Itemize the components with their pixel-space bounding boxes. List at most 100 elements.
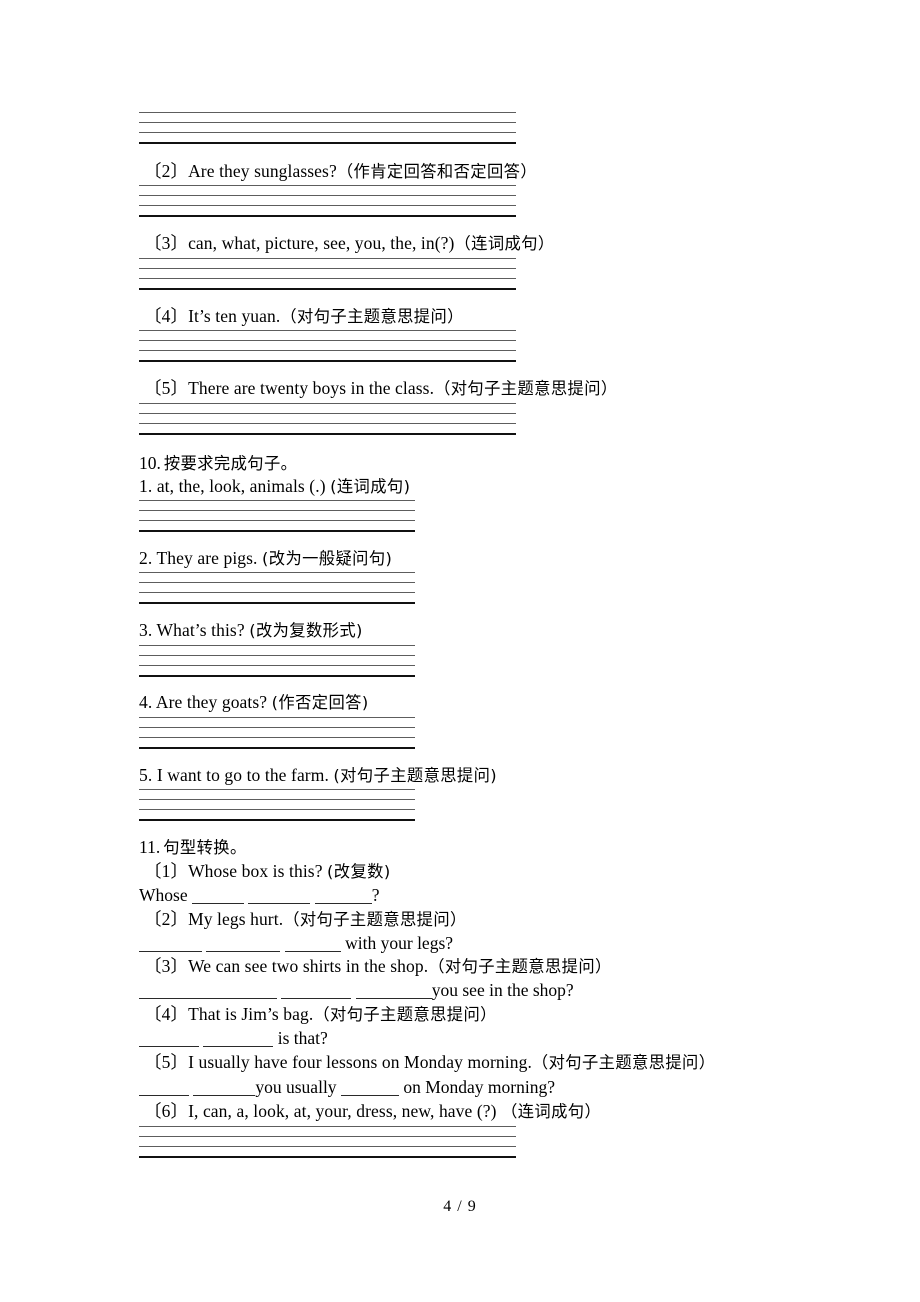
answer-blank[interactable] — [202, 985, 277, 999]
answer-blank[interactable] — [314, 890, 372, 904]
question-item: 〔2〕Are they sunglasses?（作肯定回答和否定回答） — [144, 160, 537, 183]
answer-lines[interactable] — [139, 789, 415, 821]
question-item: 〔1〕Whose box is this? (改复数) — [144, 860, 391, 883]
item-label: 〔4〕 — [144, 1004, 189, 1024]
answer-rule[interactable] — [139, 423, 516, 424]
item-text: at, the, look, animals (.) — [156, 476, 326, 496]
answer-blank[interactable] — [193, 1082, 256, 1096]
answer-rule[interactable] — [139, 112, 516, 113]
answer-rule[interactable] — [139, 1136, 516, 1137]
answer-rule-bottom[interactable] — [139, 747, 415, 749]
answer-rule[interactable] — [139, 510, 415, 511]
answer-rule[interactable] — [139, 520, 415, 521]
answer-rule[interactable] — [139, 1146, 516, 1147]
question-item: 〔6〕I, can, a, look, at, your, dress, new… — [144, 1100, 601, 1123]
question-item: 2. They are pigs. (改为一般疑问句) — [139, 547, 392, 570]
question-item: 〔5〕There are twenty boys in the class.（对… — [144, 377, 618, 400]
answer-rule-bottom[interactable] — [139, 433, 516, 435]
item-instruction: (对句子主题意思提问) — [333, 766, 498, 785]
answer-blank-row: with your legs? — [139, 932, 453, 955]
answer-blank[interactable] — [248, 890, 311, 904]
item-instruction: (连词成句) — [330, 477, 411, 496]
answer-blank[interactable] — [139, 938, 202, 952]
answer-rule-bottom[interactable] — [139, 360, 516, 362]
answer-blank[interactable] — [340, 1082, 399, 1096]
answer-blank[interactable] — [139, 1033, 199, 1047]
item-label: 2. — [139, 548, 153, 568]
answer-rule[interactable] — [139, 655, 415, 656]
answer-rule[interactable] — [139, 350, 516, 351]
section-10-heading: 10. 按要求完成句子。 — [139, 452, 297, 475]
answer-blank[interactable] — [355, 985, 432, 999]
answer-rule[interactable] — [139, 268, 516, 269]
answer-blank[interactable] — [191, 890, 244, 904]
question-item: 3. What’s this? (改为复数形式) — [139, 619, 363, 642]
answer-rule[interactable] — [139, 809, 415, 810]
answer-blank[interactable] — [203, 1033, 274, 1047]
answer-blank[interactable] — [139, 985, 202, 999]
question-item: 5. I want to go to the farm. (对句子主题意思提问) — [139, 764, 497, 787]
answer-rule[interactable] — [139, 132, 516, 133]
answer-lines[interactable] — [139, 645, 415, 677]
question-item: 〔5〕I usually have four lessons on Monday… — [144, 1051, 715, 1074]
answer-rule-bottom[interactable] — [139, 215, 516, 217]
item-instruction: (改为复数形式) — [249, 621, 363, 640]
answer-rule-bottom[interactable] — [139, 602, 415, 604]
answer-rule[interactable] — [139, 403, 516, 404]
answer-blank[interactable] — [139, 1082, 189, 1096]
item-instruction: （对句子主题意思提问） — [313, 1005, 497, 1024]
answer-rule-bottom[interactable] — [139, 288, 516, 290]
answer-blank[interactable] — [284, 938, 341, 952]
answer-rule[interactable] — [139, 205, 516, 206]
answer-lines[interactable] — [139, 1126, 516, 1158]
answer-rule[interactable] — [139, 195, 516, 196]
item-label: 〔6〕 — [144, 1101, 189, 1121]
answer-lines[interactable] — [139, 500, 415, 532]
answer-lines[interactable] — [139, 112, 516, 144]
answer-lines[interactable] — [139, 572, 415, 604]
answer-rule[interactable] — [139, 572, 415, 573]
answer-rule[interactable] — [139, 413, 516, 414]
answer-rule[interactable] — [139, 330, 516, 331]
answer-rule[interactable] — [139, 340, 516, 341]
answer-rule[interactable] — [139, 592, 415, 593]
answer-rule-bottom[interactable] — [139, 819, 415, 821]
answer-rule-bottom[interactable] — [139, 530, 415, 532]
answer-rule[interactable] — [139, 582, 415, 583]
question-item: 〔2〕My legs hurt.（对句子主题意思提问） — [144, 908, 467, 931]
answer-rule[interactable] — [139, 278, 516, 279]
item-instruction: （对句子主题意思提问） — [283, 910, 467, 929]
answer-lines[interactable] — [139, 403, 516, 435]
answer-rule[interactable] — [139, 1126, 516, 1127]
answer-rule[interactable] — [139, 727, 415, 728]
answer-lines[interactable] — [139, 258, 516, 290]
answer-lines[interactable] — [139, 185, 516, 217]
answer-suffix: on Monday morning? — [403, 1077, 555, 1097]
answer-rule[interactable] — [139, 500, 415, 501]
document-page: 〔2〕Are they sunglasses?（作肯定回答和否定回答） 〔3〕c… — [0, 0, 920, 1302]
item-label: 5. — [139, 765, 153, 785]
answer-lines[interactable] — [139, 330, 516, 362]
answer-rule[interactable] — [139, 185, 516, 186]
item-text: Are they goats? — [155, 692, 268, 712]
answer-rule-bottom[interactable] — [139, 142, 516, 144]
answer-rule[interactable] — [139, 789, 415, 790]
answer-rule-bottom[interactable] — [139, 675, 415, 677]
item-text: I want to go to the farm. — [156, 765, 329, 785]
question-item: 〔4〕That is Jim’s bag.（对句子主题意思提问） — [144, 1003, 497, 1026]
item-text: There are twenty boys in the class. — [188, 378, 435, 398]
answer-rule[interactable] — [139, 645, 415, 646]
answer-rule[interactable] — [139, 737, 415, 738]
answer-rule[interactable] — [139, 122, 516, 123]
answer-rule[interactable] — [139, 665, 415, 666]
item-label: 1. — [139, 476, 153, 496]
answer-rule[interactable] — [139, 799, 415, 800]
page-number-footer: 4 / 9 — [443, 1198, 477, 1215]
answer-blank[interactable] — [281, 985, 352, 999]
answer-rule[interactable] — [139, 717, 415, 718]
answer-rule[interactable] — [139, 258, 516, 259]
answer-lines[interactable] — [139, 717, 415, 749]
answer-blank[interactable] — [206, 938, 281, 952]
item-label: 3. — [139, 620, 153, 640]
answer-rule-bottom[interactable] — [139, 1156, 516, 1158]
